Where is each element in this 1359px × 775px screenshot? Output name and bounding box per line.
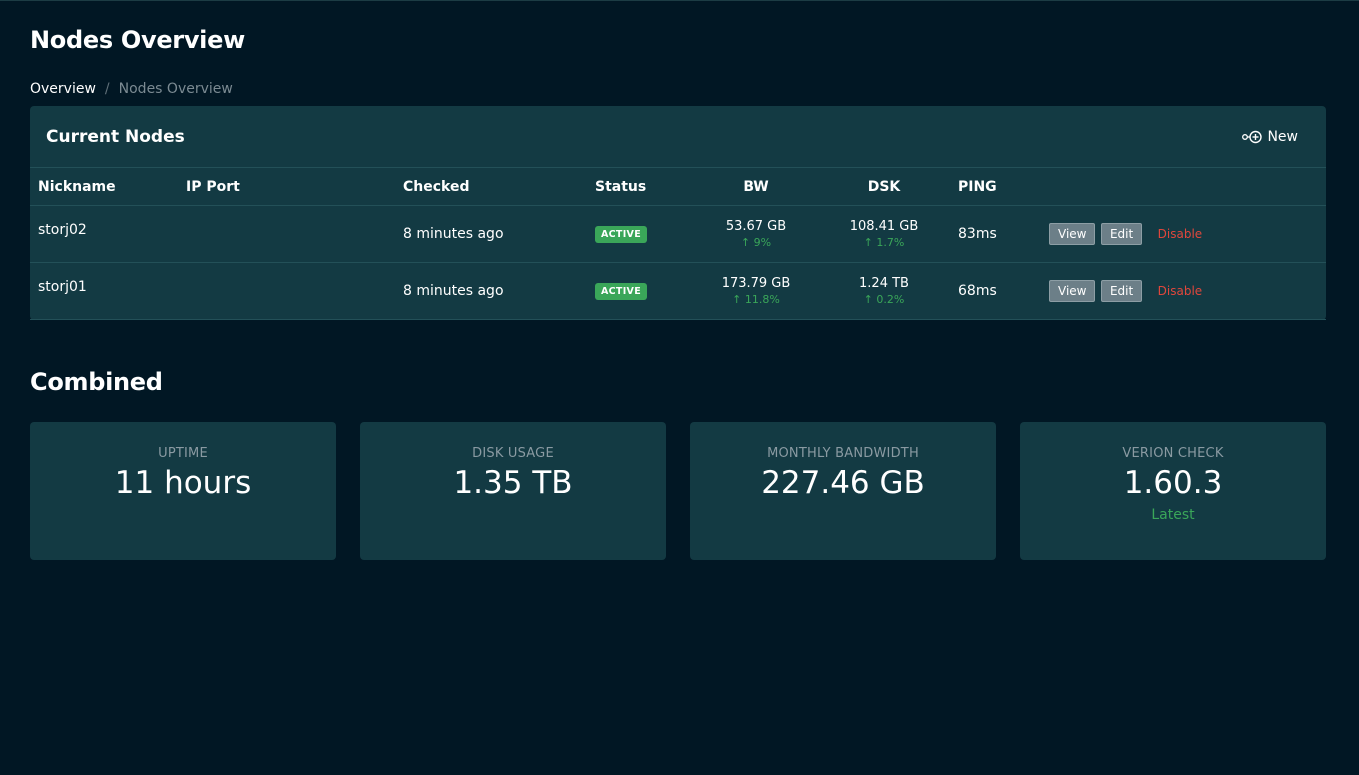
disable-link[interactable]: Disable — [1158, 284, 1203, 298]
disable-link[interactable]: Disable — [1158, 227, 1203, 241]
current-nodes-card: Current Nodes New Nickname IP Port Check… — [30, 106, 1326, 320]
combined-title: Combined — [30, 368, 163, 396]
node-dsk: 1.24 TB — [859, 275, 909, 291]
node-bw-change: ↑ 9% — [740, 235, 772, 249]
col-dsk[interactable]: DSK — [818, 168, 950, 206]
view-button[interactable]: View — [1049, 223, 1096, 245]
new-node-button[interactable]: New — [1242, 129, 1298, 145]
breadcrumb: Overview / Nodes Overview — [30, 79, 1329, 99]
node-nickname: storj01 — [38, 279, 87, 295]
node-checked: 8 minutes ago — [395, 205, 587, 263]
version-status: Latest — [1151, 507, 1195, 523]
page: Nodes Overview Overview / Nodes Overview… — [0, 1, 1359, 560]
nodes-table: Nickname IP Port Checked Status BW DSK P… — [30, 168, 1326, 320]
stat-value: 1.60.3 — [1123, 465, 1223, 501]
stat-uptime: UPTIME 11 hours — [30, 422, 336, 560]
card-header: Current Nodes New — [30, 106, 1326, 168]
node-ping: 68ms — [950, 262, 1041, 320]
col-ip-port[interactable]: IP Port — [178, 168, 395, 206]
node-ping: 83ms — [950, 205, 1041, 263]
stat-value: 227.46 GB — [761, 465, 925, 501]
col-status[interactable]: Status — [587, 168, 694, 206]
stat-disk-usage: DISK USAGE 1.35 TB — [360, 422, 666, 560]
stat-version-check: VERION CHECK 1.60.3 Latest — [1020, 422, 1326, 560]
node-ip-port — [178, 205, 395, 263]
node-dsk-change: ↑ 0.2% — [863, 292, 905, 306]
card-title: Current Nodes — [46, 126, 185, 147]
node-bw: 53.67 GB — [725, 218, 787, 234]
stat-value: 11 hours — [114, 465, 252, 501]
page-title: Nodes Overview — [30, 26, 245, 54]
stat-monthly-bandwidth: MONTHLY BANDWIDTH 227.46 GB — [690, 422, 996, 560]
breadcrumb-overview-link[interactable]: Overview — [30, 81, 96, 97]
table-header-row: Nickname IP Port Checked Status BW DSK P… — [30, 168, 1326, 206]
edit-button[interactable]: Edit — [1100, 280, 1143, 302]
stat-label: MONTHLY BANDWIDTH — [767, 446, 919, 461]
table-row: storj02 8 minutes ago ACTIVE 53.67 GB ↑ … — [30, 205, 1326, 263]
col-actions — [1041, 168, 1326, 206]
col-bw[interactable]: BW — [694, 168, 818, 206]
col-ping[interactable]: PING — [950, 168, 1041, 206]
status-badge: ACTIVE — [595, 226, 647, 243]
node-dsk-change: ↑ 1.7% — [863, 235, 905, 249]
stat-value: 1.35 TB — [453, 465, 573, 501]
view-button[interactable]: View — [1049, 280, 1096, 302]
status-badge: ACTIVE — [595, 283, 647, 300]
stat-label: DISK USAGE — [472, 446, 554, 461]
breadcrumb-current: Nodes Overview — [118, 81, 233, 97]
node-checked: 8 minutes ago — [395, 262, 587, 320]
combined-stats: UPTIME 11 hours DISK USAGE 1.35 TB MONTH… — [30, 422, 1329, 560]
add-circle-icon — [1242, 130, 1263, 143]
node-nickname: storj02 — [38, 222, 87, 238]
node-ip-port — [178, 262, 395, 320]
stat-label: UPTIME — [158, 446, 208, 461]
node-dsk: 108.41 GB — [849, 218, 919, 234]
table-row: storj01 8 minutes ago ACTIVE 173.79 GB ↑… — [30, 262, 1326, 320]
node-bw-change: ↑ 11.8% — [732, 292, 780, 306]
edit-button[interactable]: Edit — [1100, 223, 1143, 245]
new-button-label: New — [1267, 128, 1298, 145]
col-nickname[interactable]: Nickname — [30, 168, 178, 206]
breadcrumb-separator: / — [104, 81, 110, 97]
node-bw: 173.79 GB — [721, 275, 791, 291]
stat-label: VERION CHECK — [1122, 446, 1224, 461]
col-checked[interactable]: Checked — [395, 168, 587, 206]
